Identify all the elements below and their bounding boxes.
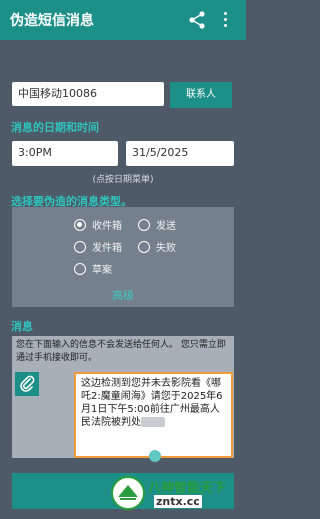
message-warning: 您在下面输入的信息不会发送给任何人。 您只需立即通过手机接收即可。: [12, 336, 234, 368]
radio-draft[interactable]: 草案: [74, 261, 112, 276]
more-vert-icon[interactable]: [222, 12, 228, 28]
radio-sent[interactable]: 发送: [138, 217, 176, 232]
message-body-input[interactable]: 这边检测到您并未去影院看《哪吒2:魔童闹海》请您于2025年6月1日下午5:00…: [74, 372, 233, 458]
advanced-button[interactable]: 高级: [12, 287, 234, 303]
radio-label-failed: 失败: [156, 243, 176, 254]
app-bar: 伪造短信消息: [0, 0, 246, 40]
radio-unselected-icon: [138, 218, 150, 231]
watermark-line2: zntx.cc: [154, 495, 202, 508]
app-title: 伪造短信消息: [10, 13, 94, 29]
sender-input[interactable]: 中国移动10086: [12, 82, 164, 106]
watermark: 八神智能天下 zntx.cc: [110, 474, 240, 512]
date-hint: (点按日期菜单): [92, 175, 154, 185]
date-field[interactable]: 31/5/2025: [126, 141, 234, 166]
radio-selected-icon: [74, 218, 86, 231]
contact-button[interactable]: 联系人: [170, 82, 232, 108]
text-cursor-handle[interactable]: [149, 450, 161, 462]
message-type-panel: 收件箱 发送 发件箱 失败 草案 高级: [12, 207, 234, 307]
watermark-line1: 八神智能天下: [148, 481, 227, 496]
datetime-section-label: 消息的日期和时间: [11, 121, 99, 134]
radio-label-outbox: 发件箱: [92, 243, 122, 254]
radio-label-inbox: 收件箱: [92, 221, 122, 232]
time-field[interactable]: 3:0PM: [12, 141, 118, 166]
message-section-label: 消息: [11, 320, 33, 333]
radio-label-sent: 发送: [156, 221, 176, 232]
radio-label-draft: 草案: [92, 265, 112, 276]
blurred-text: [141, 417, 165, 427]
radio-failed[interactable]: 失败: [138, 239, 176, 254]
radio-unselected-icon: [138, 240, 150, 253]
watermark-logo-icon: [111, 476, 145, 510]
radio-unselected-icon: [74, 240, 86, 253]
share-icon[interactable]: [188, 10, 206, 30]
radio-outbox[interactable]: 发件箱: [74, 239, 122, 254]
paperclip-icon[interactable]: [15, 372, 39, 396]
radio-inbox[interactable]: 收件箱: [74, 217, 122, 232]
radio-unselected-icon: [74, 262, 86, 275]
